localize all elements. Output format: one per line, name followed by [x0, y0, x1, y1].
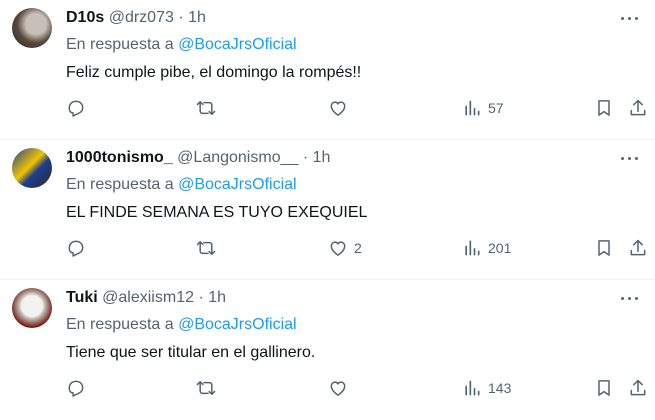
user-handle[interactable]: @drz073 — [109, 9, 174, 26]
user-handle[interactable]: @alexiism12 — [102, 289, 194, 306]
like-button[interactable]: 2 — [328, 237, 362, 259]
tweet-text: EL FINDE SEMANA ES TUYO EXEQUIEL — [66, 204, 368, 221]
reply-context: En respuesta a @BocaJrsOficial — [66, 36, 297, 54]
share-icon — [630, 239, 646, 256]
like-icon — [330, 381, 346, 396]
views-button[interactable]: 201 — [462, 237, 511, 259]
avatar[interactable] — [12, 8, 52, 48]
timestamp[interactable]: 1h — [313, 149, 331, 166]
share-button[interactable] — [628, 97, 648, 119]
views-count: 201 — [488, 240, 512, 256]
more-icon[interactable] — [619, 10, 639, 26]
separator-dot: · — [198, 289, 209, 306]
reply-tweet[interactable]: 1000tonismo_ @Langonismo__ · 1h En respu… — [0, 140, 655, 280]
views-icon — [465, 100, 480, 116]
display-name[interactable]: Tuki — [66, 289, 98, 306]
like-icon — [330, 241, 346, 256]
retweet-button[interactable] — [196, 97, 216, 119]
share-icon — [630, 99, 646, 116]
views-icon — [465, 380, 480, 396]
bookmark-icon — [598, 100, 610, 116]
like-button[interactable] — [328, 377, 354, 399]
like-button[interactable] — [328, 97, 354, 119]
user-handle[interactable]: @Langonismo__ — [177, 149, 298, 166]
avatar[interactable] — [12, 288, 52, 328]
reply-icon — [68, 380, 84, 397]
display-name[interactable]: 1000tonismo_ — [66, 149, 173, 166]
bookmark-button[interactable] — [594, 237, 614, 259]
views-count: 57 — [488, 100, 504, 116]
tweet-actions: 143 — [66, 377, 646, 399]
retweet-icon — [196, 381, 216, 395]
retweet-button[interactable] — [196, 377, 216, 399]
share-icon — [630, 379, 646, 396]
reply-context: En respuesta a @BocaJrsOficial — [66, 316, 297, 334]
reply-prefix: En respuesta a — [66, 176, 174, 193]
retweet-button[interactable] — [196, 237, 216, 259]
bookmark-button[interactable] — [594, 97, 614, 119]
bookmark-icon — [598, 380, 610, 396]
reply-prefix: En respuesta a — [66, 36, 174, 53]
share-button[interactable] — [628, 237, 648, 259]
views-button[interactable]: 57 — [462, 97, 504, 119]
more-icon[interactable] — [619, 150, 639, 166]
reply-tweet[interactable]: Tuki @alexiism12 · 1h En respuesta a @Bo… — [0, 280, 655, 420]
reply-prefix: En respuesta a — [66, 316, 174, 333]
separator-dot: · — [178, 9, 189, 26]
tweet-text: Tiene que ser titular en el gallinero. — [66, 344, 316, 361]
timestamp[interactable]: 1h — [188, 9, 206, 26]
like-icon — [330, 101, 346, 116]
avatar[interactable] — [12, 148, 52, 188]
tweet-header: D10s @drz073 · 1h — [66, 8, 206, 28]
reply-button[interactable] — [66, 97, 86, 119]
tweet-header: 1000tonismo_ @Langonismo__ · 1h — [66, 148, 330, 168]
reply-mention-link[interactable]: @BocaJrsOficial — [178, 36, 297, 53]
tweet-text: Feliz cumple pibe, el domingo la rompés!… — [66, 64, 362, 81]
reply-icon — [68, 240, 84, 257]
reply-tweet[interactable]: D10s @drz073 · 1h En respuesta a @BocaJr… — [0, 0, 655, 140]
tweet-actions: 57 — [66, 97, 646, 119]
reply-mention-link[interactable]: @BocaJrsOficial — [178, 176, 297, 193]
bookmark-icon — [598, 240, 610, 256]
retweet-icon — [196, 101, 216, 115]
separator-dot: · — [302, 149, 313, 166]
replies-feed: D10s @drz073 · 1h En respuesta a @BocaJr… — [0, 0, 655, 420]
more-icon[interactable] — [619, 290, 639, 306]
retweet-icon — [196, 241, 216, 255]
share-button[interactable] — [628, 377, 648, 399]
bookmark-button[interactable] — [594, 377, 614, 399]
reply-mention-link[interactable]: @BocaJrsOficial — [178, 316, 297, 333]
reply-icon — [68, 100, 84, 117]
views-icon — [465, 240, 480, 256]
timestamp[interactable]: 1h — [208, 289, 226, 306]
reply-context: En respuesta a @BocaJrsOficial — [66, 176, 297, 194]
views-button[interactable]: 143 — [462, 377, 511, 399]
tweet-actions: 2 201 — [66, 237, 646, 259]
tweet-header: Tuki @alexiism12 · 1h — [66, 288, 226, 308]
reply-button[interactable] — [66, 237, 86, 259]
display-name[interactable]: D10s — [66, 9, 104, 26]
views-count: 143 — [488, 380, 512, 396]
reply-button[interactable] — [66, 377, 86, 399]
like-count: 2 — [354, 240, 362, 256]
